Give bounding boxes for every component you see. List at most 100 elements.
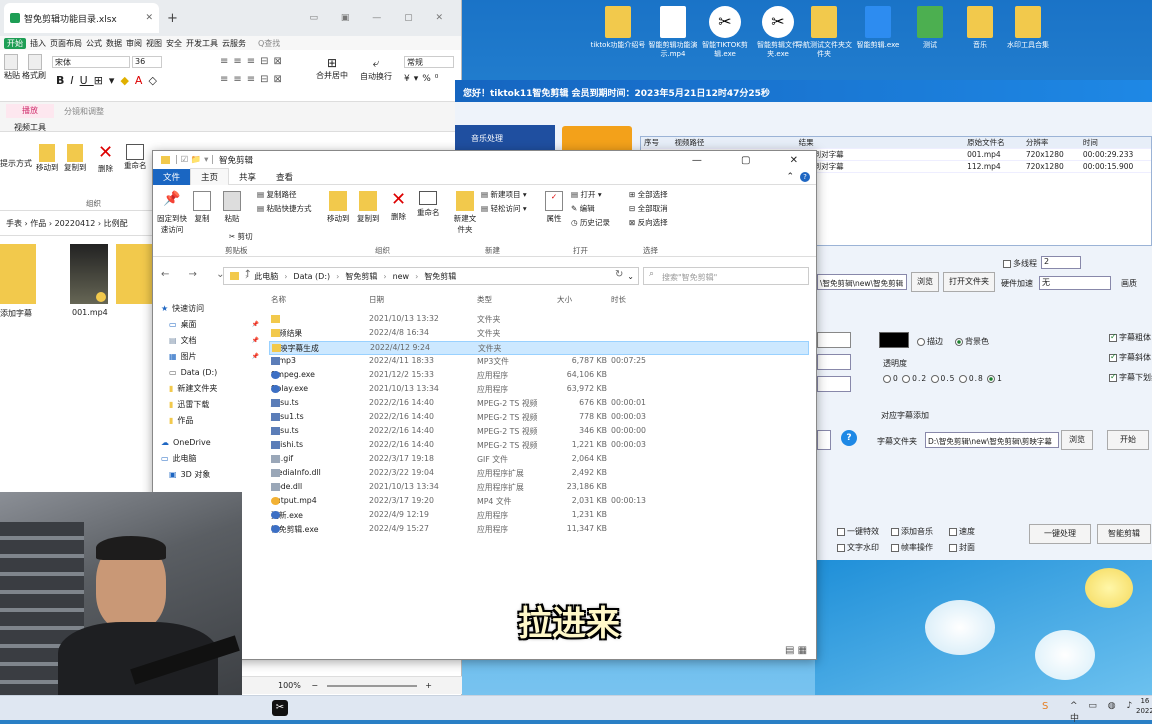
desktop-icon[interactable]: 智能剪辑功能演示.mp4: [645, 6, 701, 59]
column-date[interactable]: 日期: [369, 294, 384, 305]
new-item-button[interactable]: ▤ 新建项目 ▾: [481, 189, 527, 200]
threads-input[interactable]: 2: [1041, 256, 1081, 269]
search-box[interactable]: 搜索"智免剪辑": [643, 267, 809, 285]
nav-item[interactable]: ☁ OneDrive: [161, 435, 259, 451]
file-row[interactable]: ffmpeg.exe 2021/12/2 15:33 应用程序 64,106 KB: [269, 369, 809, 383]
pin-icon[interactable]: 📌: [252, 317, 259, 333]
desktop-icon[interactable]: 智能剪辑.exe: [850, 6, 906, 50]
refresh-icon[interactable]: ↻: [615, 269, 623, 280]
menu-item[interactable]: 开发工具: [186, 38, 218, 49]
breadcrumb-item[interactable]: 此电脑: [254, 271, 278, 282]
menu-item[interactable]: 安全: [166, 38, 182, 49]
nav-item[interactable]: ▣ 3D 对象: [161, 467, 259, 483]
desktop-icon[interactable]: 导航测试文件夹文件夹: [796, 6, 852, 59]
invert-selection-button[interactable]: ⊠ 反向选择: [629, 217, 668, 228]
file-row[interactable]: kaishi.ts 2022/2/16 14:40 MPEG-2 TS 视频 1,22…: [269, 439, 809, 453]
breadcrumb-item[interactable]: Data (D:): [293, 272, 330, 281]
option-checkbox[interactable]: 添加音乐: [891, 526, 933, 537]
pin-icon[interactable]: 📌: [252, 349, 259, 365]
copy-button[interactable]: 复制: [193, 191, 211, 224]
subtitle-button[interactable]: [817, 430, 831, 450]
breadcrumb-item[interactable]: 智免剪辑: [424, 271, 456, 282]
nav-item[interactable]: ▤ 文档 📌: [161, 333, 259, 349]
column-size[interactable]: 大小: [557, 294, 572, 305]
nav-item[interactable]: ▭ 此电脑: [161, 451, 259, 467]
folder-thumbnail-2[interactable]: [116, 244, 152, 304]
desktop-icon[interactable]: 水印工具合集: [1000, 6, 1056, 50]
font-size-select[interactable]: 36: [132, 56, 162, 68]
file-row[interactable]: 视频结果 2022/4/8 16:34 文件夹: [269, 327, 809, 341]
history-button[interactable]: ◷ 历史记录: [571, 217, 610, 228]
subtitle-folder-input[interactable]: D:\智免剪辑\new\智免剪辑\剪映字幕: [925, 432, 1059, 448]
delete-button[interactable]: ✕ 删除: [391, 189, 406, 222]
file-row[interactable]: node.dll 2021/10/13 13:34 应用程序扩展 23,186 KB: [269, 481, 809, 495]
font-style-buttons[interactable]: BIU⊞▾◆A◇: [56, 74, 163, 87]
file-row[interactable]: lm.gif 2022/3/17 19:18 GIF 文件 2,064 KB: [269, 453, 809, 467]
number-format-select[interactable]: 常规: [404, 56, 454, 68]
rename-button[interactable]: 重命名: [124, 144, 147, 171]
open-button[interactable]: ▤ 打开 ▾: [571, 189, 602, 200]
hw-accel-select[interactable]: 无: [1039, 276, 1111, 290]
edit-button[interactable]: ✎ 编辑: [571, 203, 595, 214]
underline-checkbox[interactable]: 字幕下划线: [1109, 372, 1152, 383]
breadcrumb-item[interactable]: 智免剪辑: [345, 271, 377, 282]
menu-item[interactable]: 公式: [86, 38, 102, 49]
window-controls[interactable]: — ▢ ✕: [692, 155, 816, 166]
option-checkbox[interactable]: 一键特效: [837, 526, 879, 537]
file-row[interactable]: 智免剪辑.exe 2022/4/9 15:27 应用程序 11,347 KB: [269, 523, 809, 537]
table-header-cell[interactable]: 分辨率: [1023, 137, 1080, 148]
desktop-icon[interactable]: 测试: [902, 6, 958, 50]
zoom-slider[interactable]: [326, 684, 417, 687]
breadcrumb-separator[interactable]: ›: [336, 272, 339, 281]
tab-home[interactable]: 主页: [190, 168, 230, 185]
merge-center-button[interactable]: ⊞ 合并居中: [316, 56, 348, 81]
file-row[interactable]: jiasu1.ts 2022/2/16 14:40 MPEG-2 TS 视频 778 …: [269, 411, 809, 425]
option-checkbox[interactable]: 帧率操作: [891, 542, 933, 553]
italic-checkbox[interactable]: 字幕斜体: [1109, 352, 1151, 363]
pin-icon[interactable]: 📌: [252, 333, 259, 349]
font-name-select[interactable]: 宋体: [52, 56, 130, 68]
file-row[interactable]: MediaInfo.dll 2022/3/22 19:04 应用程序扩展 2,492 …: [269, 467, 809, 481]
easy-access-button[interactable]: ▤ 轻松访问 ▾: [481, 203, 527, 214]
menu-item[interactable]: 审阅: [126, 38, 142, 49]
breadcrumb-separator[interactable]: ›: [383, 272, 386, 281]
outline-radio[interactable]: 描边: [917, 336, 943, 347]
spreadsheet-tab[interactable]: 智免剪辑功能目录.xlsx ✕: [4, 3, 159, 33]
chevron-down-icon[interactable]: ⌄: [627, 272, 634, 281]
color-input[interactable]: [817, 376, 851, 392]
breadcrumb-separator[interactable]: ›: [245, 272, 248, 281]
help-icon[interactable]: ?: [841, 430, 857, 446]
menu-item[interactable]: 开始: [4, 37, 26, 49]
transparency-options[interactable]: 0 0.2 0.5 0.8 1: [883, 374, 1003, 383]
new-tab-button[interactable]: +: [167, 11, 178, 26]
capcut-taskbar-icon[interactable]: ✂: [272, 700, 288, 716]
tab-adjust[interactable]: 分镜和调整: [64, 106, 104, 117]
zoom-in-button[interactable]: +: [425, 681, 432, 690]
video-thumbnail[interactable]: [70, 244, 108, 304]
tab-play[interactable]: 播放: [6, 104, 54, 118]
copy-to-button[interactable]: 复制到: [64, 144, 87, 173]
file-row[interactable]: ini 2021/10/13 13:32 文件夹: [269, 313, 809, 327]
file-row[interactable]: jiesu.ts 2022/2/16 14:40 MPEG-2 TS 视频 346 K…: [269, 425, 809, 439]
menu-item[interactable]: 页面布局: [50, 38, 82, 49]
table-header-cell[interactable]: 序号: [641, 137, 671, 148]
folder-breadcrumb[interactable]: 手表 › 作品 › 20220412 › 比例配: [0, 210, 152, 236]
open-folder-button[interactable]: 打开文件夹: [943, 272, 995, 292]
nav-item[interactable]: ▮ 迅雷下载: [161, 397, 259, 413]
browse-subtitle-button[interactable]: 浏览: [1061, 430, 1093, 450]
file-row[interactable]: 更新.exe 2022/4/9 12:19 应用程序 1,231 KB: [269, 509, 809, 523]
copy-path-button[interactable]: ▤ 复制路径: [257, 189, 296, 200]
output-path-input[interactable]: \智免剪辑\new\智免剪辑: [817, 274, 907, 290]
music-processing-button[interactable]: 音乐处理: [455, 125, 555, 151]
delete-button[interactable]: ✕ 删除: [98, 142, 113, 174]
file-row[interactable]: 1.mp3 2022/4/11 18:33 MP3文件 6,787 KB 00:07:2…: [269, 355, 809, 369]
ribbon-collapse-icon[interactable]: ⌃: [786, 172, 794, 182]
pin-quick-access-button[interactable]: 📌 固定到快速访问: [157, 191, 187, 235]
tab-file[interactable]: 文件: [153, 168, 191, 185]
file-row[interactable]: ffplay.exe 2021/10/13 13:34 应用程序 63,972 KB: [269, 383, 809, 397]
align-buttons-2[interactable]: ≡≡≡⊟⊠: [220, 74, 287, 85]
properties-button[interactable]: ✓ 属性: [545, 191, 563, 224]
close-icon[interactable]: ✕: [145, 13, 153, 23]
browse-button[interactable]: 浏览: [911, 272, 939, 292]
folder-thumbnail[interactable]: [0, 244, 36, 304]
